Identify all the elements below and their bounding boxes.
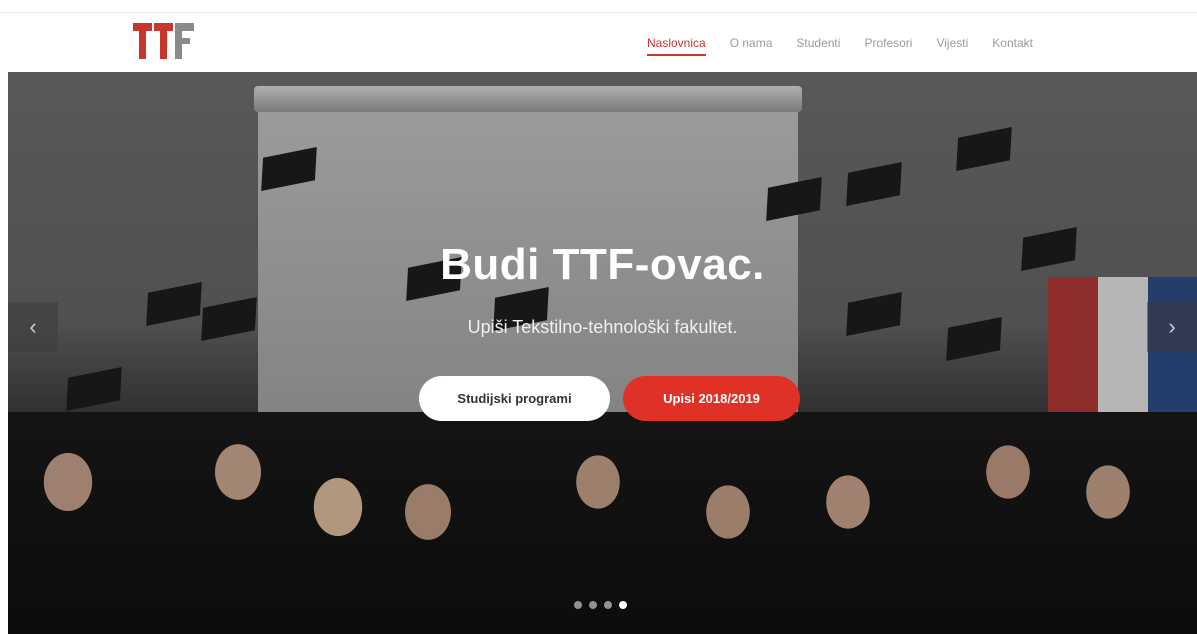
nav-item-profesori[interactable]: Profesori xyxy=(864,30,912,56)
carousel-indicators xyxy=(574,601,627,609)
hero-carousel: Budi TTF-ovac. Upiši Tekstilno-tehnološk… xyxy=(8,72,1197,634)
chevron-left-icon: ‹ xyxy=(29,314,37,339)
nav-item-vijesti[interactable]: Vijesti xyxy=(936,30,968,56)
carousel-dot-active[interactable] xyxy=(619,601,627,609)
ttf-logo[interactable] xyxy=(133,23,195,59)
hero-overlay xyxy=(8,72,1197,634)
carousel-next-button[interactable]: › xyxy=(1147,302,1197,352)
navbar: Naslovnica O nama Studenti Profesori Vij… xyxy=(0,13,1197,72)
carousel-dot[interactable] xyxy=(574,601,582,609)
chevron-right-icon: › xyxy=(1168,314,1176,339)
nav-item-naslovnica[interactable]: Naslovnica xyxy=(647,30,706,56)
carousel-prev-button[interactable]: ‹ xyxy=(8,302,58,352)
study-programs-button[interactable]: Studijski programi xyxy=(419,376,610,421)
nav-item-o-nama[interactable]: O nama xyxy=(730,30,773,56)
enrollment-button[interactable]: Upisi 2018/2019 xyxy=(623,376,800,421)
nav-item-kontakt[interactable]: Kontakt xyxy=(992,30,1033,56)
nav-item-studenti[interactable]: Studenti xyxy=(796,30,840,56)
main-menu: Naslovnica O nama Studenti Profesori Vij… xyxy=(647,13,1057,72)
hero-subtitle: Upiši Tekstilno-tehnološki fakultet. xyxy=(467,317,738,337)
hero-title: Budi TTF-ovac. xyxy=(440,240,765,289)
carousel-dot[interactable] xyxy=(604,601,612,609)
carousel-dot[interactable] xyxy=(589,601,597,609)
